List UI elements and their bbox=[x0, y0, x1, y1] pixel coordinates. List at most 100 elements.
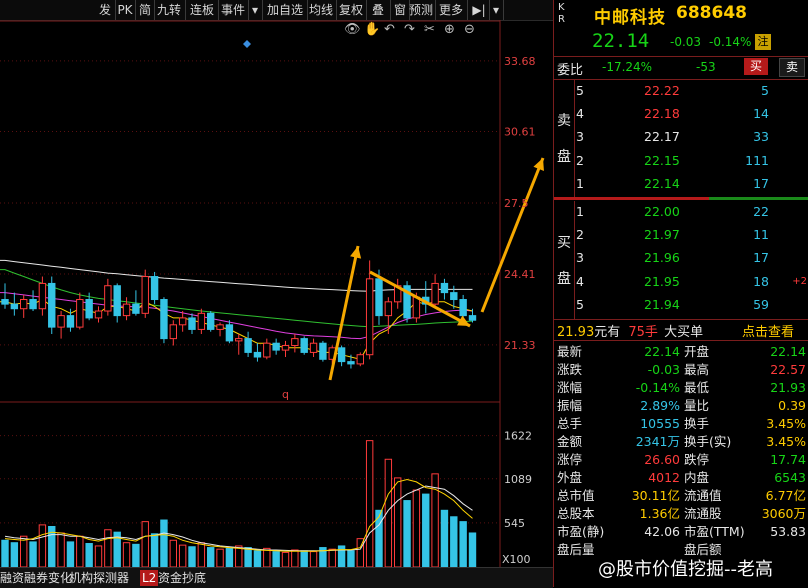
order-row[interactable]: 1 22.00 22 bbox=[554, 203, 808, 221]
order-row[interactable]: 4 22.18 14 bbox=[554, 105, 808, 123]
candle-body[interactable] bbox=[216, 324, 224, 330]
candle-body[interactable] bbox=[272, 342, 280, 351]
candle-body[interactable] bbox=[384, 301, 393, 317]
candle-body[interactable] bbox=[450, 292, 458, 301]
candle-body[interactable] bbox=[431, 282, 439, 305]
candle-body[interactable] bbox=[207, 312, 215, 330]
order-row[interactable]: 1 22.14 17 bbox=[554, 175, 808, 193]
candle-body[interactable] bbox=[10, 303, 19, 310]
sell-button[interactable]: 卖 bbox=[779, 58, 805, 77]
toolbar-item-10[interactable]: 叠 bbox=[367, 2, 389, 18]
order-row[interactable]: 4 21.95 18 +2 bbox=[554, 273, 808, 291]
candle-body[interactable] bbox=[337, 347, 346, 363]
candle-body[interactable] bbox=[188, 317, 196, 330]
candle-body[interactable] bbox=[300, 338, 308, 353]
candle-body[interactable] bbox=[365, 278, 374, 356]
candle-body[interactable] bbox=[291, 338, 299, 347]
candle-body[interactable] bbox=[253, 351, 262, 358]
toolbar-item-11[interactable]: 窗 bbox=[392, 2, 408, 18]
candle-body[interactable] bbox=[38, 282, 47, 310]
toolbar-item-7[interactable]: 加自选 bbox=[264, 2, 306, 18]
order-row[interactable]: 3 22.17 33 bbox=[554, 128, 808, 146]
candle-body[interactable] bbox=[94, 310, 103, 319]
stat-value: 1.36亿 bbox=[639, 506, 680, 521]
candle-body[interactable] bbox=[356, 354, 365, 365]
candle-body[interactable] bbox=[178, 317, 187, 326]
candle-body[interactable] bbox=[468, 315, 477, 321]
candle-body[interactable] bbox=[20, 299, 28, 310]
candle-body[interactable] bbox=[244, 338, 252, 353]
toolbar-item-13[interactable]: 更多 bbox=[436, 2, 466, 18]
candle-body[interactable] bbox=[160, 299, 168, 340]
candle-body[interactable] bbox=[1, 299, 9, 305]
candle-body[interactable] bbox=[347, 361, 355, 365]
candle-body[interactable] bbox=[235, 338, 243, 342]
candle-body[interactable] bbox=[309, 342, 318, 353]
candle-body[interactable] bbox=[440, 282, 449, 294]
price-change-pct: -0.14% bbox=[709, 35, 752, 49]
candle-body[interactable] bbox=[122, 303, 131, 317]
toolbar-item-3[interactable]: 九转 bbox=[154, 2, 184, 18]
order-volume: 5 bbox=[761, 83, 769, 98]
toolbar-item-0[interactable]: 发 bbox=[96, 2, 114, 18]
toolbar-item-14[interactable]: ▶| bbox=[470, 2, 488, 18]
toolbar-item-12[interactable]: 预测 bbox=[408, 2, 434, 18]
volume-bar bbox=[76, 535, 84, 567]
toolbar-item-6[interactable]: ▾ bbox=[249, 2, 261, 18]
stat-label: 开盘 bbox=[684, 344, 710, 359]
order-price: 22.14 bbox=[644, 175, 680, 191]
weibi-diff: -53 bbox=[696, 60, 716, 74]
candle-body[interactable] bbox=[263, 342, 271, 358]
order-level: 1 bbox=[576, 204, 584, 219]
order-row[interactable]: 2 21.97 11 bbox=[554, 226, 808, 244]
candle-body[interactable] bbox=[169, 324, 178, 340]
candle-body[interactable] bbox=[225, 324, 234, 342]
toolbar-item-8[interactable]: 均线 bbox=[307, 2, 335, 18]
toolbar-item-4[interactable]: 连板 bbox=[187, 2, 217, 18]
candle-body[interactable] bbox=[76, 299, 84, 328]
candle-body[interactable] bbox=[66, 315, 75, 328]
footer-tab-0[interactable]: 融资融券变化 bbox=[0, 570, 72, 586]
order-row[interactable]: 5 21.94 59 bbox=[554, 296, 808, 314]
order-level: 4 bbox=[576, 273, 584, 289]
candle-body[interactable] bbox=[132, 303, 140, 314]
toolbar-separator bbox=[262, 0, 263, 20]
view-detail-link[interactable]: 点击查看 bbox=[742, 321, 794, 340]
candle-body[interactable] bbox=[57, 315, 65, 328]
volume-bar bbox=[337, 545, 346, 567]
toolbar-item-5[interactable]: 事件 bbox=[219, 2, 247, 18]
order-row[interactable]: 2 22.15 111 bbox=[554, 152, 808, 170]
footer-tab-2[interactable]: L2 bbox=[140, 570, 159, 586]
order-row[interactable]: 5 22.22 5 bbox=[554, 82, 808, 100]
candle-body[interactable] bbox=[141, 276, 149, 314]
badge-register[interactable]: 注 bbox=[755, 34, 771, 50]
candle-body[interactable] bbox=[113, 285, 121, 317]
candle-body[interactable] bbox=[104, 285, 112, 312]
kline-chart[interactable]: q 33.68 30.61 27.5 24.41 21.33 1622 1089 545 X100 bbox=[0, 20, 553, 567]
candle-body[interactable] bbox=[319, 342, 327, 360]
candle-body[interactable] bbox=[150, 276, 159, 301]
big-order-hands: 75手 bbox=[628, 325, 658, 340]
candle-body[interactable] bbox=[48, 282, 56, 328]
toolbar-item-15[interactable]: ▾ bbox=[490, 2, 502, 18]
volume-bar bbox=[160, 519, 168, 567]
toolbar-separator bbox=[503, 0, 504, 20]
candle-body[interactable] bbox=[281, 345, 290, 351]
buy-button[interactable]: 买 bbox=[744, 58, 768, 75]
candle-body[interactable] bbox=[375, 278, 383, 317]
candle-body[interactable] bbox=[85, 299, 93, 319]
toolbar-item-1[interactable]: PK bbox=[116, 2, 134, 18]
stat-row: 市盈(静) 42.06 市盈(TTM) 53.83 bbox=[554, 523, 808, 541]
candle-body[interactable] bbox=[412, 296, 421, 319]
stat-value: -0.14% bbox=[635, 380, 680, 395]
toolbar-item-2[interactable]: 简 bbox=[137, 2, 153, 18]
big-order-ticker[interactable]: 21.93元有 75手 大买单 bbox=[557, 321, 703, 340]
footer-tab-1[interactable]: 机构探测器 bbox=[69, 570, 129, 586]
toolbar-item-9[interactable]: 复权 bbox=[337, 2, 365, 18]
order-row[interactable]: 3 21.96 17 bbox=[554, 249, 808, 267]
candle-body[interactable] bbox=[459, 299, 467, 317]
candle-body[interactable] bbox=[197, 312, 206, 330]
footer-tab-3[interactable]: 资金抄底 bbox=[158, 570, 206, 586]
candle-body[interactable] bbox=[29, 299, 37, 310]
current-price: 22.14 bbox=[592, 30, 650, 52]
